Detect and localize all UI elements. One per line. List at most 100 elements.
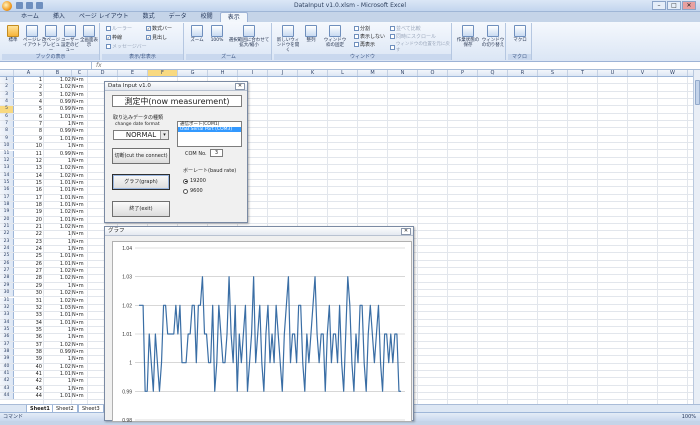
cell-a[interactable]: 32 (14, 305, 44, 311)
cell-b[interactable]: 1 (44, 231, 72, 237)
cell-a[interactable]: 36 (14, 334, 44, 340)
cell-c[interactable]: N•m (72, 84, 88, 90)
tab-0[interactable]: ホーム (14, 12, 46, 22)
row-header[interactable]: 44 (0, 393, 14, 400)
gridlines-checkbox[interactable]: ✓ 枠線 (106, 34, 122, 41)
full-screen-button[interactable]: 全画面表示 (80, 25, 98, 48)
cell-b[interactable]: 1.02 (44, 209, 72, 215)
row-header[interactable]: 8 (0, 128, 14, 135)
column-header-l[interactable]: L (328, 70, 358, 76)
cell-a[interactable]: 34 (14, 320, 44, 326)
cell-b[interactable]: 1.02 (44, 224, 72, 230)
row-header[interactable]: 11 (0, 150, 14, 157)
row-header[interactable]: 33 (0, 312, 14, 319)
column-header-k[interactable]: K (298, 70, 328, 76)
cell-a[interactable]: 35 (14, 327, 44, 333)
cell-a[interactable]: 42 (14, 378, 44, 384)
cell-a[interactable]: 38 (14, 349, 44, 355)
minimize-button[interactable]: – (652, 1, 666, 10)
cell-a[interactable]: 29 (14, 283, 44, 289)
row-header[interactable]: 34 (0, 319, 14, 326)
column-header-a[interactable]: A (14, 70, 44, 76)
chevron-down-icon[interactable]: ▾ (160, 131, 168, 139)
cell-c[interactable]: N•m (72, 151, 88, 157)
row-header[interactable]: 39 (0, 356, 14, 363)
exit-button[interactable]: 終了(exit) (112, 201, 170, 217)
cell-c[interactable]: N•m (72, 253, 88, 259)
cell-b[interactable]: 1.02 (44, 173, 72, 179)
cell-b[interactable]: 1.01 (44, 136, 72, 142)
cell-c[interactable]: N•m (72, 305, 88, 311)
zoom-selection-button[interactable]: 選択範囲に合わせて拡大/縮小 (228, 25, 270, 48)
cell-b[interactable]: 1 (44, 386, 72, 392)
cell-c[interactable]: N•m (72, 275, 88, 281)
row-header[interactable]: 38 (0, 348, 14, 356)
cell-b[interactable]: 1 (44, 239, 72, 245)
cell-a[interactable]: 21 (14, 224, 44, 230)
column-header-e[interactable]: E (118, 70, 148, 76)
tab-2[interactable]: ページ レイアウト (72, 12, 136, 22)
column-header-v[interactable]: V (628, 70, 658, 76)
vertical-scrollbar[interactable] (693, 70, 700, 404)
cell-a[interactable]: 7 (14, 121, 44, 127)
cell-b[interactable]: 0.99 (44, 128, 72, 134)
row-header[interactable]: 37 (0, 341, 14, 348)
cell-a[interactable]: 37 (14, 342, 44, 348)
row-header[interactable]: 42 (0, 378, 14, 385)
graph-close-button[interactable]: ✕ (401, 228, 411, 235)
unhide-button[interactable]: 再表示 (354, 41, 375, 48)
cell-c[interactable]: N•m (72, 312, 88, 318)
cell-b[interactable]: 1.01 (44, 253, 72, 259)
row-header[interactable]: 9 (0, 135, 14, 143)
row-header[interactable]: 17 (0, 194, 14, 201)
cell-c[interactable]: N•m (72, 393, 88, 399)
row-header[interactable]: 1 (0, 77, 14, 84)
row-header[interactable]: 10 (0, 143, 14, 150)
cell-b[interactable]: 1.03 (44, 305, 72, 311)
cell-b[interactable]: 1.02 (44, 342, 72, 348)
headings-checkbox[interactable]: ✓ 見出し (146, 34, 167, 41)
row-header[interactable]: 5 (0, 106, 14, 113)
row-header[interactable]: 6 (0, 113, 14, 121)
ruler-checkbox[interactable]: ルーラー (106, 25, 132, 32)
cell-b[interactable]: 1.02 (44, 84, 72, 90)
cell-c[interactable]: N•m (72, 121, 88, 127)
row-header[interactable]: 14 (0, 172, 14, 179)
row-header[interactable]: 30 (0, 290, 14, 297)
new-window-button[interactable]: 新しいウィンドウを開く (276, 25, 300, 53)
cell-c[interactable]: N•m (72, 180, 88, 186)
cell-c[interactable]: N•m (72, 261, 88, 267)
cell-a[interactable]: 30 (14, 290, 44, 296)
cell-c[interactable]: N•m (72, 342, 88, 348)
row-header[interactable]: 24 (0, 246, 14, 253)
cell-a[interactable]: 16 (14, 187, 44, 193)
cell-a[interactable]: 20 (14, 217, 44, 223)
cell-c[interactable]: N•m (72, 327, 88, 333)
cell-b[interactable]: 1.02 (44, 290, 72, 296)
cell-c[interactable]: N•m (72, 378, 88, 384)
row-header[interactable]: 36 (0, 334, 14, 341)
row-header[interactable]: 22 (0, 231, 14, 238)
cell-b[interactable]: 1.02 (44, 92, 72, 98)
cell-a[interactable]: 25 (14, 253, 44, 259)
cell-c[interactable]: N•m (72, 364, 88, 370)
cell-c[interactable]: N•m (72, 386, 88, 392)
cell-a[interactable]: 23 (14, 239, 44, 245)
row-header[interactable]: 31 (0, 297, 14, 304)
cell-c[interactable]: N•m (72, 136, 88, 142)
cell-c[interactable]: N•m (72, 114, 88, 120)
cell-a[interactable]: 12 (14, 158, 44, 164)
zoom-100-button[interactable]: 100% (208, 25, 226, 43)
cell-a[interactable]: 2 (14, 84, 44, 90)
row-header[interactable]: 27 (0, 268, 14, 275)
row-header[interactable]: 40 (0, 363, 14, 370)
row-header[interactable]: 32 (0, 304, 14, 312)
cell-b[interactable]: 0.99 (44, 106, 72, 112)
cell-c[interactable]: N•m (72, 202, 88, 208)
zoom-button[interactable]: ズーム (188, 25, 206, 43)
column-header-u[interactable]: U (598, 70, 628, 76)
row-header[interactable]: 28 (0, 275, 14, 282)
column-header-g[interactable]: G (178, 70, 208, 76)
cell-b[interactable]: 1 (44, 143, 72, 149)
cell-b[interactable]: 1.01 (44, 202, 72, 208)
